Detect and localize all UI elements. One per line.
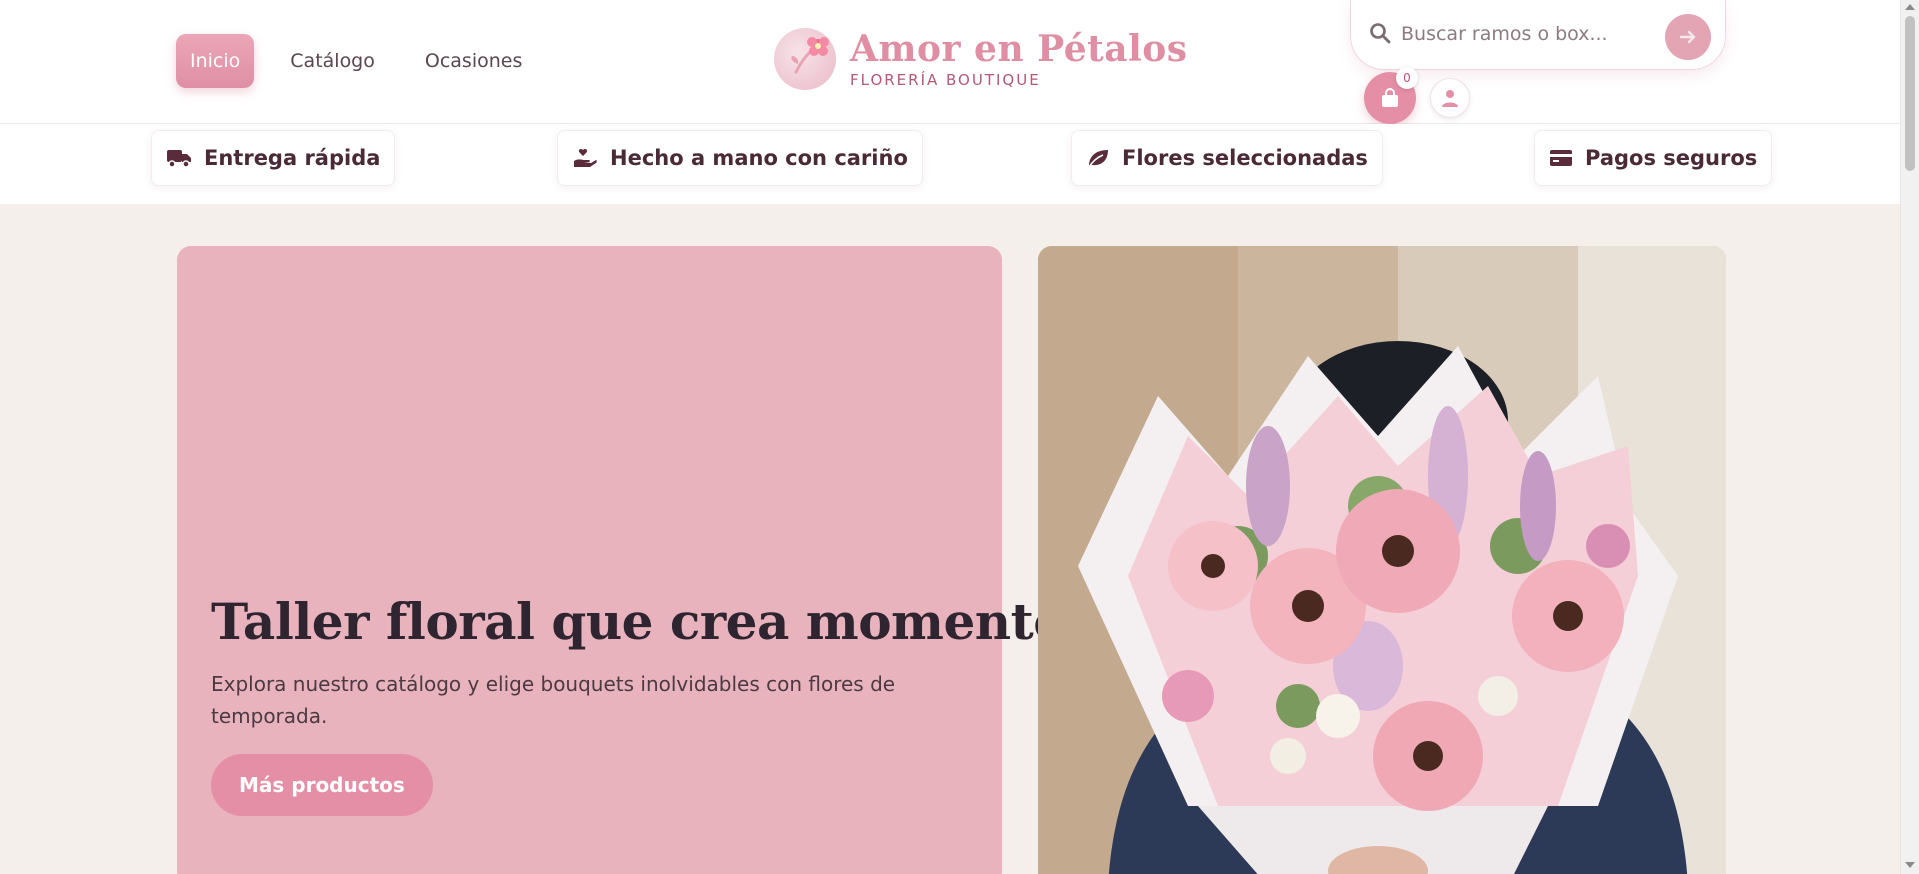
- brand-logo[interactable]: Amor en Pétalos FLORERÍA BOUTIQUE: [774, 28, 1188, 90]
- shopping-bag-icon: [1382, 88, 1398, 107]
- feature-pagos-seguros: Pagos seguros: [1534, 130, 1773, 186]
- arrow-right-icon: [1679, 30, 1696, 44]
- hero-description: Explora nuestro catálogo y elige bouquet…: [211, 672, 896, 728]
- brand-subtitle: FLORERÍA BOUTIQUE: [850, 71, 1041, 89]
- account-button[interactable]: [1430, 78, 1470, 118]
- nav-item-ocasiones[interactable]: Ocasiones: [411, 34, 536, 88]
- more-products-button[interactable]: Más productos: [211, 754, 433, 816]
- feature-label: Flores seleccionadas: [1122, 146, 1368, 170]
- nav-item-inicio[interactable]: Inicio: [176, 34, 255, 88]
- search-submit-button[interactable]: [1665, 14, 1711, 60]
- flower-logo-icon: [774, 28, 836, 90]
- leaf-icon: [1088, 150, 1108, 168]
- nav-item-catalogo[interactable]: Catálogo: [276, 34, 389, 88]
- feature-label: Entrega rápida: [204, 146, 381, 170]
- brand-title: Amor en Pétalos: [850, 28, 1188, 70]
- site-header: Inicio Catálogo Ocasiones Amor en Pétalo…: [0, 0, 1900, 124]
- hand-heart-icon: [574, 149, 597, 167]
- scroll-up-arrow-icon[interactable]: [1905, 4, 1915, 10]
- page-scrollbar[interactable]: [1900, 0, 1919, 874]
- bouquet-image: [1038, 246, 1726, 874]
- user-icon: [1442, 90, 1458, 107]
- features-strip: Entrega rápida Hecho a mano con cariño F…: [0, 124, 1900, 204]
- feature-flores-seleccionadas: Flores seleccionadas: [1071, 130, 1383, 186]
- search-input[interactable]: [1401, 18, 1651, 50]
- main-nav: Inicio Catálogo Ocasiones: [176, 34, 558, 88]
- truck-icon: [167, 150, 191, 168]
- search-icon: [1369, 22, 1391, 48]
- hero-card: Taller floral que crea momentos Explora …: [177, 246, 1094, 874]
- scroll-down-arrow-icon[interactable]: [1905, 862, 1915, 868]
- feature-label: Pagos seguros: [1585, 146, 1758, 170]
- feature-hecho-a-mano: Hecho a mano con cariño: [557, 130, 923, 186]
- scroll-thumb[interactable]: [1905, 16, 1915, 171]
- cart-count-badge: 0: [1396, 67, 1418, 89]
- feature-entrega-rapida: Entrega rápida: [151, 130, 396, 186]
- brand-text: Amor en Pétalos FLORERÍA BOUTIQUE: [850, 29, 1188, 89]
- search-bar: [1350, 0, 1726, 70]
- hero-title: Taller floral que crea momentos: [211, 592, 1094, 651]
- feature-label: Hecho a mano con cariño: [610, 146, 908, 170]
- credit-card-icon: [1550, 150, 1572, 166]
